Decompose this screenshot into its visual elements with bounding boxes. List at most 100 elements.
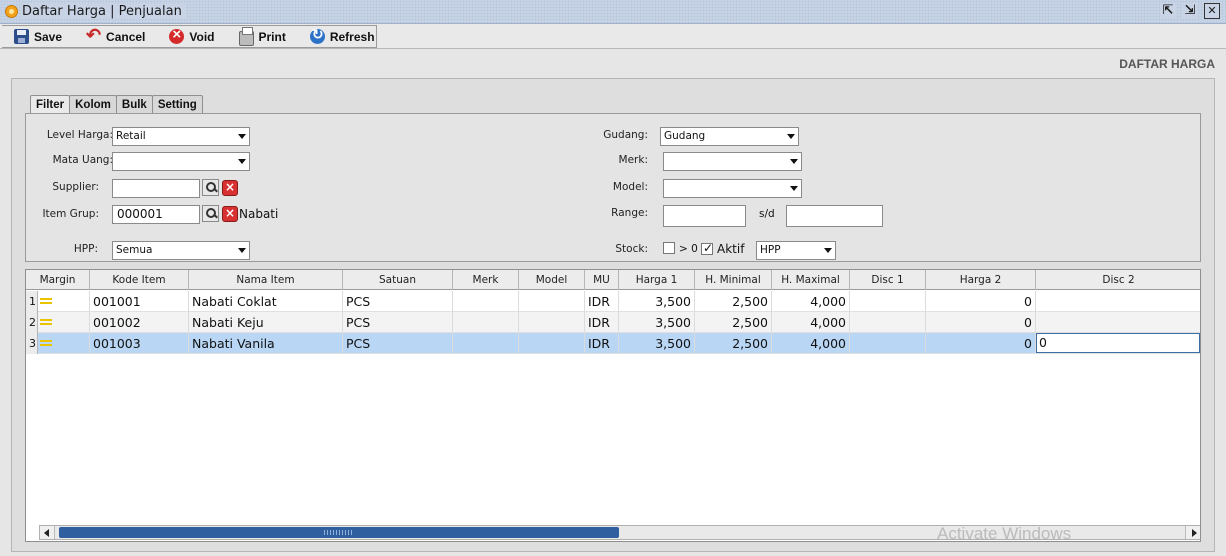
col-satuan[interactable]: Satuan xyxy=(343,270,453,290)
cell-harga-1[interactable]: 3,500 xyxy=(619,333,695,354)
cell-satuan[interactable]: PCS xyxy=(343,291,453,312)
cell-nama-item[interactable]: Nabati Vanila xyxy=(189,333,343,354)
col-disc-1[interactable]: Disc 1 xyxy=(850,270,926,290)
stock-basis-select[interactable]: HPP xyxy=(756,241,836,260)
cell-merk[interactable] xyxy=(453,333,519,354)
chevron-down-icon xyxy=(238,159,246,164)
cell-mu[interactable]: IDR xyxy=(585,291,619,312)
gudang-select[interactable]: Gudang xyxy=(660,127,799,146)
cell-h-maximal[interactable]: 4,000 xyxy=(772,291,850,312)
supplier-clear-icon[interactable]: × xyxy=(222,180,238,196)
cell-satuan[interactable]: PCS xyxy=(343,333,453,354)
stock-aktif-checkbox[interactable] xyxy=(701,241,713,255)
restore-icon[interactable]: ⇱ xyxy=(1160,3,1176,19)
cell-harga-2[interactable]: 0 xyxy=(926,333,1036,354)
col-margin[interactable]: Margin xyxy=(26,270,90,290)
hpp-select[interactable]: Semua xyxy=(112,241,250,260)
item-grup-clear-icon[interactable]: × xyxy=(222,206,238,222)
tab-filter[interactable]: Filter xyxy=(30,95,71,115)
cell-model[interactable] xyxy=(519,333,585,354)
tab-kolom[interactable]: Kolom xyxy=(69,95,117,114)
print-button[interactable]: Print xyxy=(227,26,298,47)
table-row-selected[interactable]: 3 001003 Nabati Vanila PCS IDR 3,500 2,5… xyxy=(26,333,1200,354)
save-label: Save xyxy=(34,29,63,44)
cell-disc-1[interactable] xyxy=(850,333,926,354)
stock-gt-zero-checkbox[interactable] xyxy=(663,242,675,254)
cell-merk[interactable] xyxy=(453,312,519,333)
void-button[interactable]: Void xyxy=(157,26,226,47)
cell-satuan[interactable]: PCS xyxy=(343,312,453,333)
cell-kode-item[interactable]: 001001 xyxy=(90,291,189,312)
cell-nama-item[interactable]: Nabati Coklat xyxy=(189,291,343,312)
cell-harga-2[interactable]: 0 xyxy=(926,291,1036,312)
cell-disc-1[interactable] xyxy=(850,312,926,333)
gudang-label: Gudang: xyxy=(603,129,648,141)
item-grup-label: Item Grup: xyxy=(42,208,99,220)
cell-h-maximal[interactable]: 4,000 xyxy=(772,333,850,354)
scroll-left-icon[interactable] xyxy=(40,526,55,539)
col-kode-item[interactable]: Kode Item xyxy=(90,270,189,290)
cell-h-minimal[interactable]: 2,500 xyxy=(695,333,772,354)
merk-select[interactable] xyxy=(663,152,802,171)
cell-merk[interactable] xyxy=(453,291,519,312)
level-harga-select[interactable]: Retail xyxy=(112,127,250,146)
cell-disc-2[interactable] xyxy=(1036,291,1200,312)
col-h-minimal[interactable]: H. Minimal xyxy=(695,270,772,290)
cell-h-maximal[interactable]: 4,000 xyxy=(772,312,850,333)
range-to-input[interactable] xyxy=(786,205,883,227)
refresh-button[interactable]: Refresh xyxy=(298,26,387,47)
table-row[interactable]: 1 001001 Nabati Coklat PCS IDR 3,500 2,5… xyxy=(26,291,1200,312)
print-label: Print xyxy=(258,29,286,44)
stock-aktif-label: Aktif xyxy=(717,242,745,256)
cancel-button[interactable]: Cancel xyxy=(74,25,157,47)
cell-kode-item[interactable]: 001003 xyxy=(90,333,189,354)
cell-harga-2[interactable]: 0 xyxy=(926,312,1036,333)
merk-label: Merk: xyxy=(618,154,648,166)
tab-setting[interactable]: Setting xyxy=(151,95,203,114)
save-button[interactable]: Save xyxy=(2,26,74,47)
hpp-value: Semua xyxy=(116,244,153,256)
cell-disc-1[interactable] xyxy=(850,291,926,312)
range-from-input[interactable] xyxy=(663,205,746,227)
supplier-search-icon[interactable] xyxy=(202,179,219,196)
mata-uang-select[interactable] xyxy=(112,152,250,171)
item-grup-search-icon[interactable] xyxy=(202,205,219,222)
col-disc-2[interactable]: Disc 2 xyxy=(1036,270,1200,290)
cell-nama-item[interactable]: Nabati Keju xyxy=(189,312,343,333)
cell-mu[interactable]: IDR xyxy=(585,333,619,354)
cell-harga-1[interactable]: 3,500 xyxy=(619,291,695,312)
scrollbar-thumb[interactable] xyxy=(59,527,619,538)
col-merk[interactable]: Merk xyxy=(453,270,519,290)
col-nama-item[interactable]: Nama Item xyxy=(189,270,343,290)
col-harga-1[interactable]: Harga 1 xyxy=(619,270,695,290)
close-icon[interactable]: ✕ xyxy=(1204,3,1220,19)
supplier-input[interactable] xyxy=(112,179,200,198)
cell-h-minimal[interactable]: 2,500 xyxy=(695,312,772,333)
grid-header: Margin Kode Item Nama Item Satuan Merk M… xyxy=(26,270,1200,290)
price-grid: Margin Kode Item Nama Item Satuan Merk M… xyxy=(25,269,1201,542)
cell-model[interactable] xyxy=(519,312,585,333)
tab-bulk[interactable]: Bulk xyxy=(115,95,153,114)
cell-harga-1[interactable]: 3,500 xyxy=(619,312,695,333)
cell-margin xyxy=(26,312,90,333)
scroll-right-icon[interactable] xyxy=(1185,526,1200,539)
cell-model[interactable] xyxy=(519,291,585,312)
col-mu[interactable]: MU xyxy=(585,270,619,290)
cell-mu[interactable]: IDR xyxy=(585,312,619,333)
model-select[interactable] xyxy=(663,179,802,198)
item-grup-input[interactable]: 000001 xyxy=(112,205,200,224)
cell-kode-item[interactable]: 001002 xyxy=(90,312,189,333)
level-harga-label: Level Harga: xyxy=(46,129,113,141)
col-h-maximal[interactable]: H. Maximal xyxy=(772,270,850,290)
col-harga-2[interactable]: Harga 2 xyxy=(926,270,1036,290)
table-row[interactable]: 2 001002 Nabati Keju PCS IDR 3,500 2,500… xyxy=(26,312,1200,333)
cell-h-minimal[interactable]: 2,500 xyxy=(695,291,772,312)
cell-disc-2[interactable] xyxy=(1036,312,1200,333)
refresh-icon xyxy=(309,26,325,44)
save-icon xyxy=(14,29,29,44)
mata-uang-label: Mata Uang: xyxy=(52,154,113,166)
cell-disc-2-editor[interactable]: 0 xyxy=(1036,333,1200,353)
filter-panel: Level Harga: Retail Mata Uang: Supplier:… xyxy=(25,113,1201,262)
col-model[interactable]: Model xyxy=(519,270,585,290)
maximize-icon[interactable]: ⇲ xyxy=(1182,3,1198,19)
